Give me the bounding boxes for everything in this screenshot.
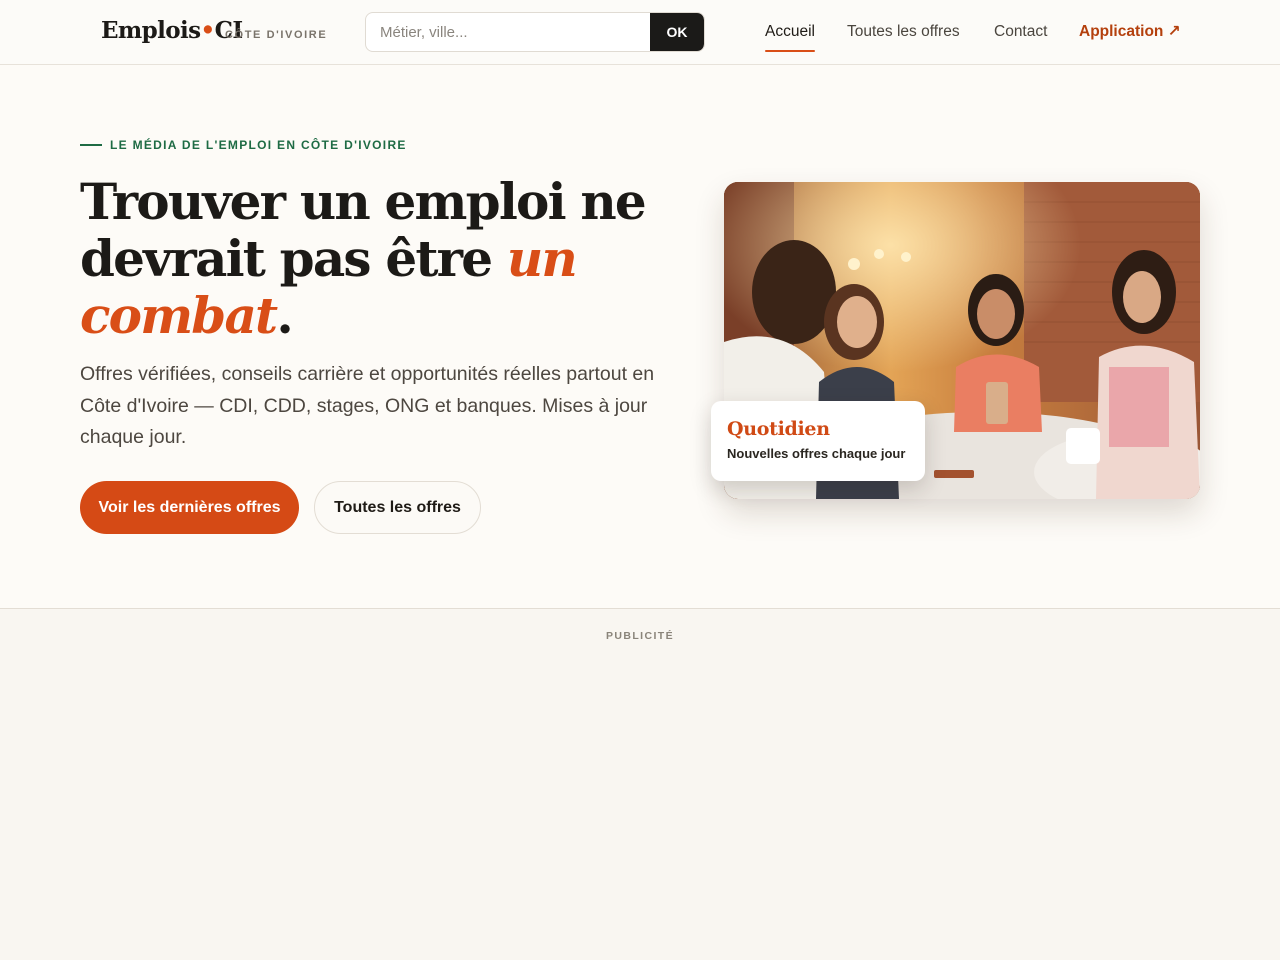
hero-section: LE MÉDIA DE L'EMPLOI EN CÔTE D'IVOIRE Tr…: [0, 65, 1280, 608]
eyebrow-text: LE MÉDIA DE L'EMPLOI EN CÔTE D'IVOIRE: [110, 138, 407, 152]
search-bar: OK: [365, 12, 705, 52]
hero-eyebrow: LE MÉDIA DE L'EMPLOI EN CÔTE D'IVOIRE: [80, 138, 407, 152]
nav-accueil[interactable]: Accueil: [765, 22, 815, 52]
search-input[interactable]: [366, 13, 652, 51]
ad-label: PUBLICITÉ: [605, 630, 675, 642]
logo-subtitle: CÔTE D'IVOIRE: [225, 29, 328, 41]
search-submit-button[interactable]: OK: [650, 13, 704, 51]
ad-section: PUBLICITÉ: [0, 608, 1280, 960]
nav-application[interactable]: Application ↗: [1079, 22, 1181, 42]
all-offers-button[interactable]: Toutes les offres: [314, 481, 481, 534]
daily-badge-card: Quotidien Nouvelles offres chaque jour: [711, 401, 925, 481]
hero-lead: Offres vérifiées, conseils carrière et o…: [80, 363, 655, 448]
badge-title: Quotidien: [727, 418, 830, 440]
badge-subtitle: Nouvelles offres chaque jour: [727, 446, 906, 461]
nav-contact[interactable]: Contact: [994, 22, 1047, 42]
hero-headline: Trouver un emploi ne devrait pas être un…: [80, 172, 647, 345]
eyebrow-line: [80, 144, 102, 146]
nav-toutes-les-offres[interactable]: Toutes les offres: [847, 22, 960, 42]
site-header: Emplois•CI CÔTE D'IVOIRE OK Accueil Tout…: [0, 0, 1280, 65]
site-logo[interactable]: Emplois•CI: [101, 17, 243, 45]
latest-offers-button[interactable]: Voir les dernières offres: [80, 481, 299, 534]
